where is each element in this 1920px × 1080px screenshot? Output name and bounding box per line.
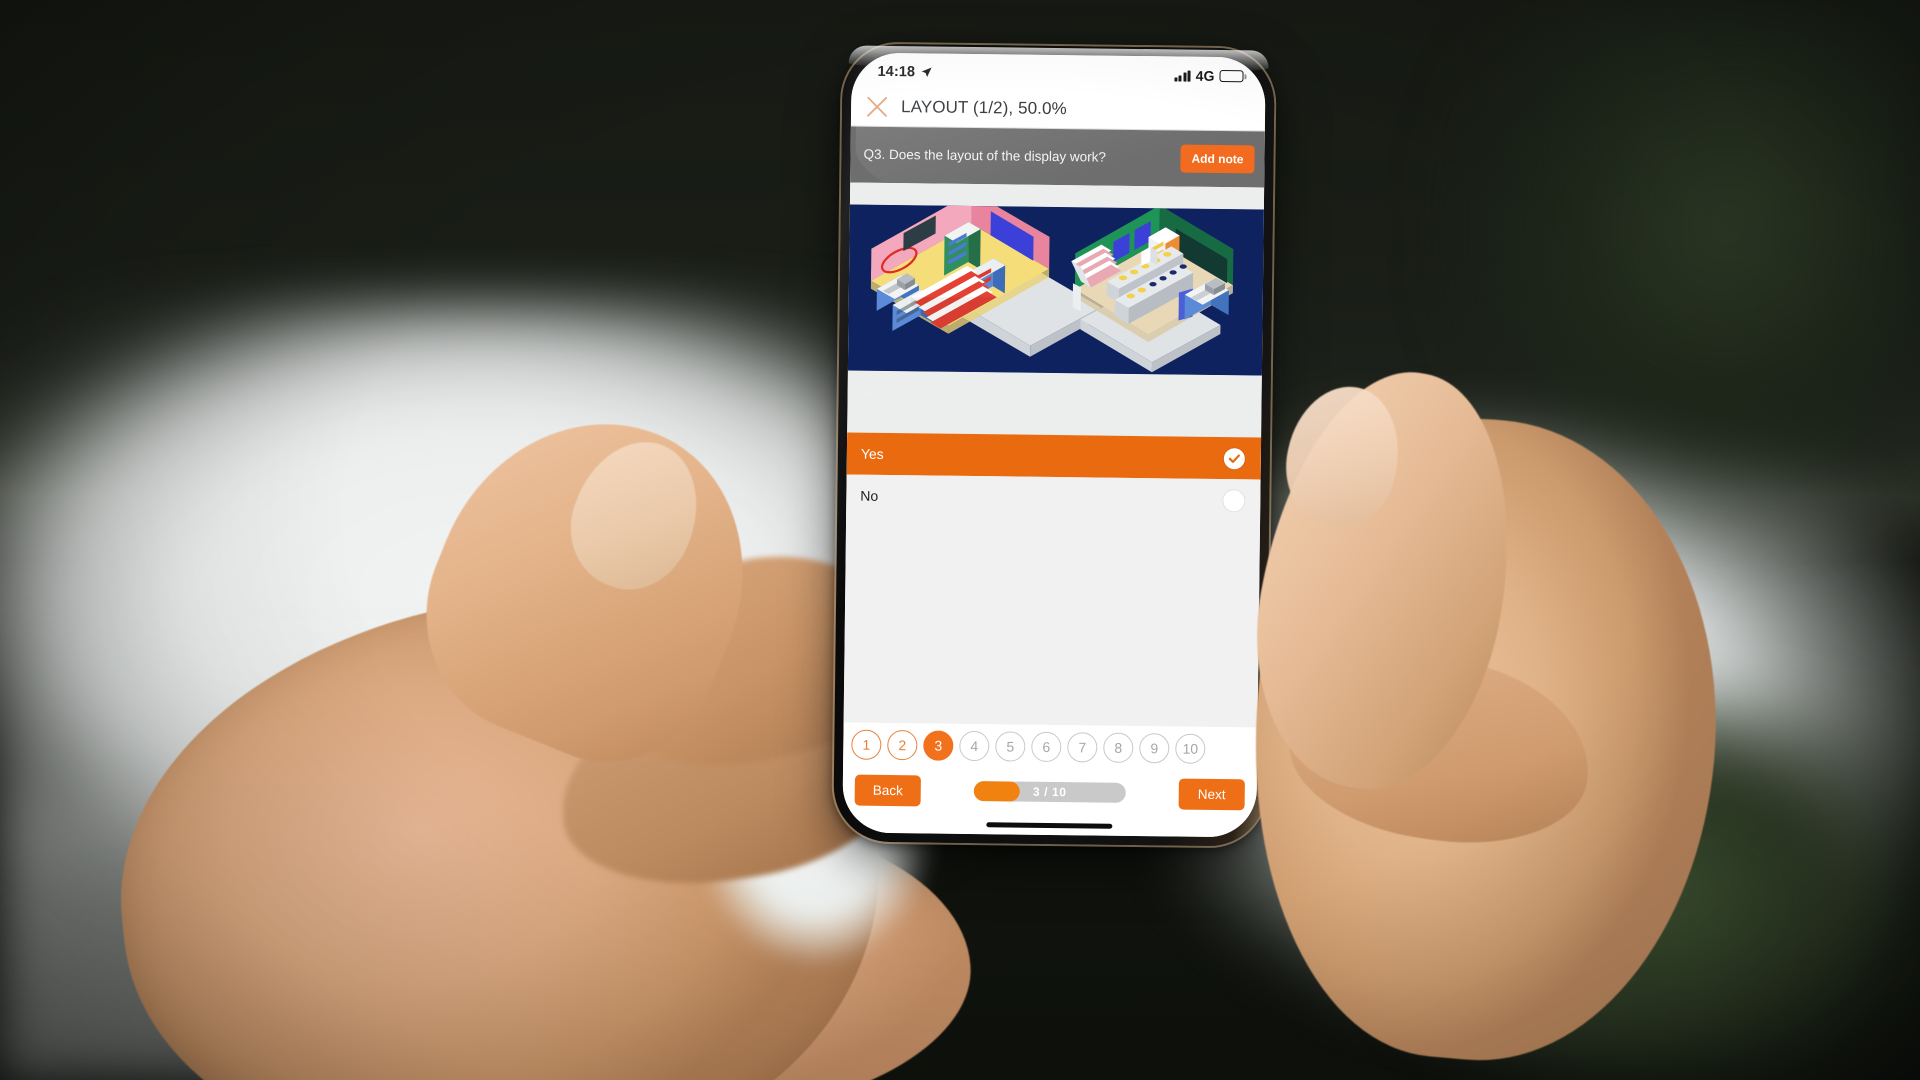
status-bar: 14:18 4G bbox=[851, 52, 1266, 92]
back-button[interactable]: Back bbox=[854, 774, 921, 806]
page-dot-10[interactable]: 10 bbox=[1175, 733, 1206, 764]
page-title: LAYOUT (1/2), 50.0% bbox=[901, 96, 1067, 118]
page-dot-7[interactable]: 7 bbox=[1067, 732, 1098, 763]
empty-circle-icon[interactable] bbox=[1223, 489, 1245, 511]
battery-icon bbox=[1219, 69, 1244, 83]
home-indicator[interactable] bbox=[986, 821, 1113, 829]
page-dot-2[interactable]: 2 bbox=[887, 729, 918, 761]
answer-option-yes[interactable]: Yes bbox=[846, 432, 1262, 480]
home-indicator-area bbox=[842, 812, 1257, 838]
cellular-signal-icon bbox=[1174, 70, 1191, 82]
status-bar-time: 14:18 bbox=[877, 63, 916, 81]
next-button[interactable]: Next bbox=[1178, 778, 1245, 810]
answers-empty-space bbox=[843, 516, 1261, 728]
answer-option-no-label: No bbox=[860, 487, 879, 504]
page-dot-5[interactable]: 5 bbox=[995, 731, 1026, 762]
network-type-label: 4G bbox=[1195, 67, 1215, 84]
store-layout-isometric-illustration[interactable] bbox=[847, 204, 1264, 376]
status-bar-left: 14:18 bbox=[877, 64, 932, 81]
photo-scene: 14:18 4G LAYOUT (1/2), 50.0% Q3. Does th… bbox=[0, 0, 1920, 1080]
answer-options-list: Yes No bbox=[846, 432, 1262, 522]
location-arrow-icon bbox=[921, 67, 932, 78]
question-pagination[interactable]: 1 2 3 4 5 6 7 8 9 10 bbox=[843, 722, 1258, 772]
illustration-svg bbox=[847, 204, 1264, 376]
progress-bar: 3 / 10 bbox=[973, 781, 1126, 803]
answer-option-yes-label: Yes bbox=[860, 445, 884, 462]
question-text: Q3. Does the layout of the display work? bbox=[863, 147, 1106, 165]
app-header: LAYOUT (1/2), 50.0% bbox=[850, 86, 1266, 132]
check-circle-icon[interactable] bbox=[1223, 447, 1245, 469]
question-band: Q3. Does the layout of the display work?… bbox=[850, 126, 1265, 188]
page-dot-4[interactable]: 4 bbox=[959, 730, 990, 762]
page-dot-8[interactable]: 8 bbox=[1103, 732, 1134, 763]
progress-bar-label: 3 / 10 bbox=[1032, 784, 1067, 800]
status-bar-right: 4G bbox=[1174, 67, 1244, 84]
page-dot-9[interactable]: 9 bbox=[1139, 733, 1170, 764]
answer-option-no[interactable]: No bbox=[846, 474, 1261, 522]
smartphone-device: 14:18 4G LAYOUT (1/2), 50.0% Q3. Does th… bbox=[833, 43, 1275, 847]
page-dot-3[interactable]: 3 bbox=[923, 730, 954, 761]
add-note-button[interactable]: Add note bbox=[1180, 144, 1255, 174]
page-dot-6[interactable]: 6 bbox=[1031, 731, 1062, 763]
close-x-icon[interactable] bbox=[865, 94, 889, 118]
spacer-above-answers bbox=[847, 392, 1262, 438]
phone-screen: 14:18 4G LAYOUT (1/2), 50.0% Q3. Does th… bbox=[842, 52, 1266, 838]
page-dot-1[interactable]: 1 bbox=[851, 729, 882, 760]
bottom-navigation: Back 3 / 10 Next bbox=[842, 766, 1258, 818]
